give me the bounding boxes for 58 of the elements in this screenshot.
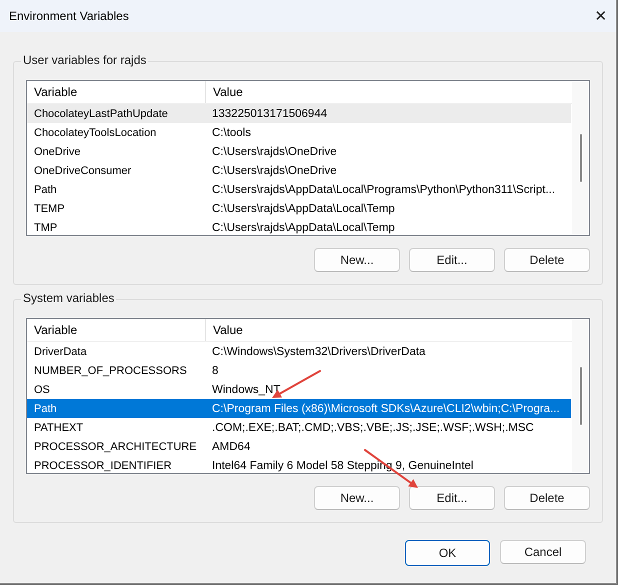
group-title: User variables for rajds [21,53,148,67]
variable-value: C:\Program Files (x86)\Microsoft SDKs\Azure\CLI2\wbin;C:\Progra... [211,402,561,414]
variable-name: PROCESSOR_ARCHITECTURE [33,440,198,452]
cancel-button[interactable]: Cancel [500,540,586,564]
variable-value: C:\tools [211,126,252,138]
variable-row[interactable]: Path C:\Program Files (x86)\Microsoft SDKs\Azure\CLI2\wbin;C:\Progra... [27,399,571,418]
variable-name: OS [33,384,51,396]
new-button[interactable]: New... [314,486,400,510]
variable-value: Windows_NT [211,384,282,396]
variable-row[interactable]: OneDrive C:\Users\rajds\OneDrive [27,142,571,161]
edit-button[interactable]: Edit... [409,486,495,510]
variable-name: ChocolateyLastPathUpdate [33,108,169,120]
ok-button[interactable]: OK [405,540,490,566]
variable-row[interactable]: Path C:\Users\rajds\AppData\Local\Programs\Python\Python311\Script... [27,180,571,199]
variable-value: .COM;.EXE;.BAT;.CMD;.VBS;.VBE;.JS;.JSE;.WSF;.WSH;.MSC [211,422,535,434]
variable-value: C:\Users\rajds\OneDrive [211,146,338,158]
variable-row[interactable]: NUMBER_OF_PROCESSORS 8 [27,361,571,380]
scroll-bar[interactable] [572,81,589,235]
variable-value: 133225013171506944 [211,108,328,120]
scroll-thumb[interactable] [580,134,582,182]
variable-value: AMD64 [211,440,252,452]
variable-value: C:\Users\rajds\AppData\Local\Programs\Python\Python311\Script... [211,184,556,196]
variable-name: OneDriveConsumer [33,164,132,176]
variable-value: C:\Users\rajds\OneDrive [211,164,338,176]
variable-value: C:\Users\rajds\AppData\Local\Temp [211,222,396,234]
column-header[interactable]: Variable [27,319,205,341]
variable-row[interactable]: OS Windows_NT [27,380,571,399]
variable-row[interactable]: DriverData C:\Windows\System32\Drivers\DriverData [27,342,571,361]
variable-name: DriverData [33,346,88,358]
variable-value: C:\Windows\System32\Drivers\DriverData [211,346,426,358]
delete-button[interactable]: Delete [504,486,590,510]
delete-button[interactable]: Delete [504,248,590,272]
variable-row[interactable]: ChocolateyLastPathUpdate 133225013171506944 [27,104,571,123]
variable-name: ChocolateyToolsLocation [33,126,158,138]
variable-name: NUMBER_OF_PROCESSORS [33,364,188,376]
variable-value: C:\Users\rajds\AppData\Local\Temp [211,202,396,214]
new-button[interactable]: New... [314,248,400,272]
scroll-thumb[interactable] [580,367,582,425]
variable-name: TMP [33,222,58,234]
variable-name: PATHEXT [33,422,84,434]
variable-name: PROCESSOR_IDENTIFIER [33,460,173,472]
variable-name: TEMP [33,202,66,214]
variable-name: Path [33,184,58,196]
variable-row[interactable]: PATHEXT .COM;.EXE;.BAT;.CMD;.VBS;.VBE;.JS;.JSE;.WSF;.WSH;.MSC [27,418,571,437]
variable-name: OneDrive [33,146,82,158]
variable-row[interactable]: PROCESSOR_ARCHITECTURE AMD64 [27,437,571,456]
variable-row[interactable]: OneDriveConsumer C:\Users\rajds\OneDrive [27,161,571,180]
close-icon[interactable]: ✕ [586,7,616,25]
variable-value: 8 [211,364,220,376]
edit-button[interactable]: Edit... [409,248,495,272]
column-header[interactable]: Variable [27,81,205,103]
scroll-bar[interactable] [572,319,589,473]
variable-name: Path [33,402,58,414]
window-title: Environment Variables [8,9,129,23]
variable-row[interactable]: TMP C:\Users\rajds\AppData\Local\Temp [27,218,571,235]
group-title: System variables [21,291,116,305]
variable-row[interactable]: TEMP C:\Users\rajds\AppData\Local\Temp [27,199,571,218]
variable-row[interactable]: ChocolateyToolsLocation C:\tools [27,123,571,142]
